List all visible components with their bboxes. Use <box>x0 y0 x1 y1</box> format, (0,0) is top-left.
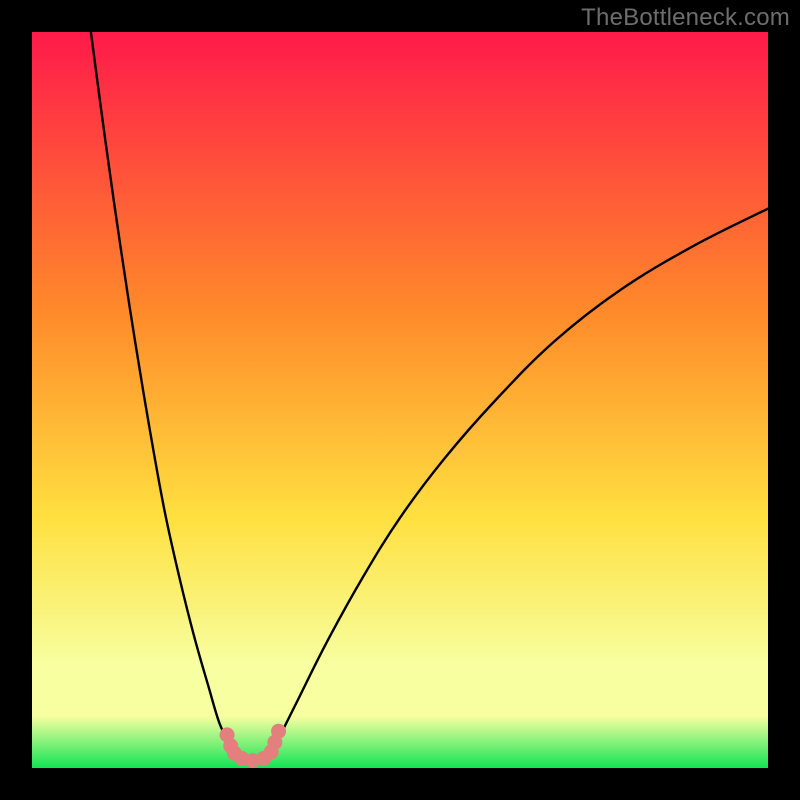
outer-frame: TheBottleneck.com <box>0 0 800 800</box>
marker-dot <box>271 724 286 739</box>
gradient-background <box>32 32 768 768</box>
bottleneck-chart <box>32 32 768 768</box>
watermark-text: TheBottleneck.com <box>581 4 790 32</box>
plot-area <box>32 32 768 768</box>
